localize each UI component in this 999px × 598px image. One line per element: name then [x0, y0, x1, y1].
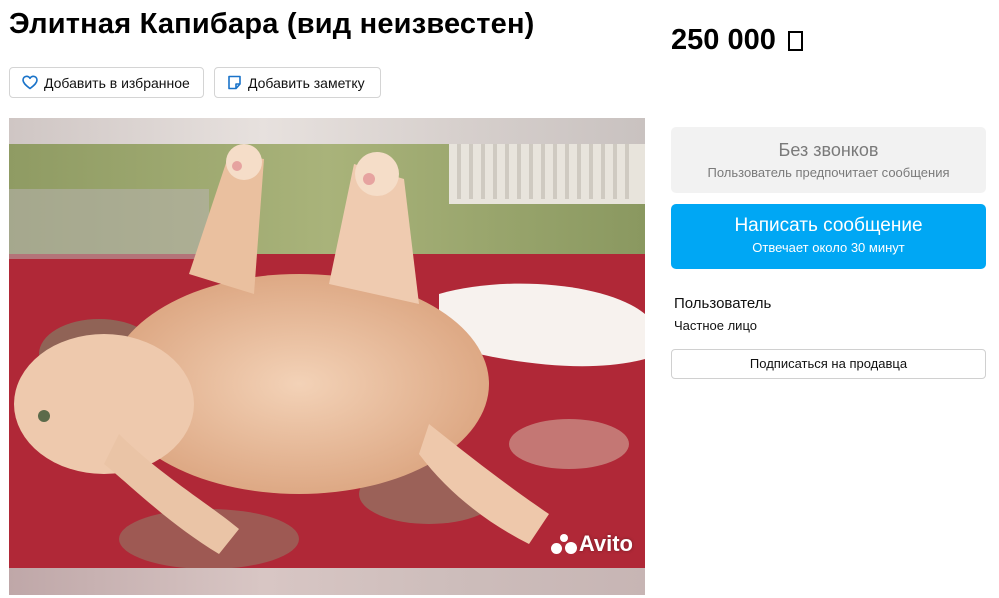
listing-photo	[9, 144, 645, 568]
avito-watermark: Avito	[550, 531, 633, 557]
note-icon	[228, 75, 241, 90]
response-time-label: Отвечает около 30 минут	[752, 240, 905, 255]
write-message-button[interactable]: Написать сообщение Отвечает около 30 мин…	[671, 204, 986, 269]
add-note-label: Добавить заметку	[248, 74, 365, 91]
gallery-blur-bottom	[9, 568, 645, 595]
add-note-button[interactable]: Добавить заметку	[214, 67, 381, 98]
subscribe-seller-button[interactable]: Подписаться на продавца	[671, 349, 986, 379]
add-to-favorites-button[interactable]: Добавить в избранное	[9, 67, 204, 98]
heart-icon	[22, 75, 38, 90]
seller-name[interactable]: Пользователь	[674, 295, 771, 312]
price-value: 250 000	[671, 24, 776, 56]
no-calls-notice: Без звонков Пользователь предпочитает со…	[671, 127, 986, 193]
photo-gallery[interactable]: Avito	[9, 118, 645, 595]
gallery-blur-top	[9, 118, 645, 144]
add-to-favorites-label: Добавить в избранное	[44, 74, 190, 91]
no-calls-subtitle: Пользователь предпочитает сообщения	[707, 165, 950, 180]
no-calls-title: Без звонков	[778, 140, 879, 160]
listing-title: Элитная Капибара (вид неизвестен)	[9, 8, 535, 40]
write-message-label: Написать сообщение	[734, 215, 923, 236]
watermark-text: Avito	[578, 531, 633, 556]
seller-type: Частное лицо	[674, 318, 757, 333]
avito-logo-icon	[550, 534, 577, 554]
listing-price: 250 000	[671, 24, 803, 57]
ruble-icon	[787, 30, 803, 51]
